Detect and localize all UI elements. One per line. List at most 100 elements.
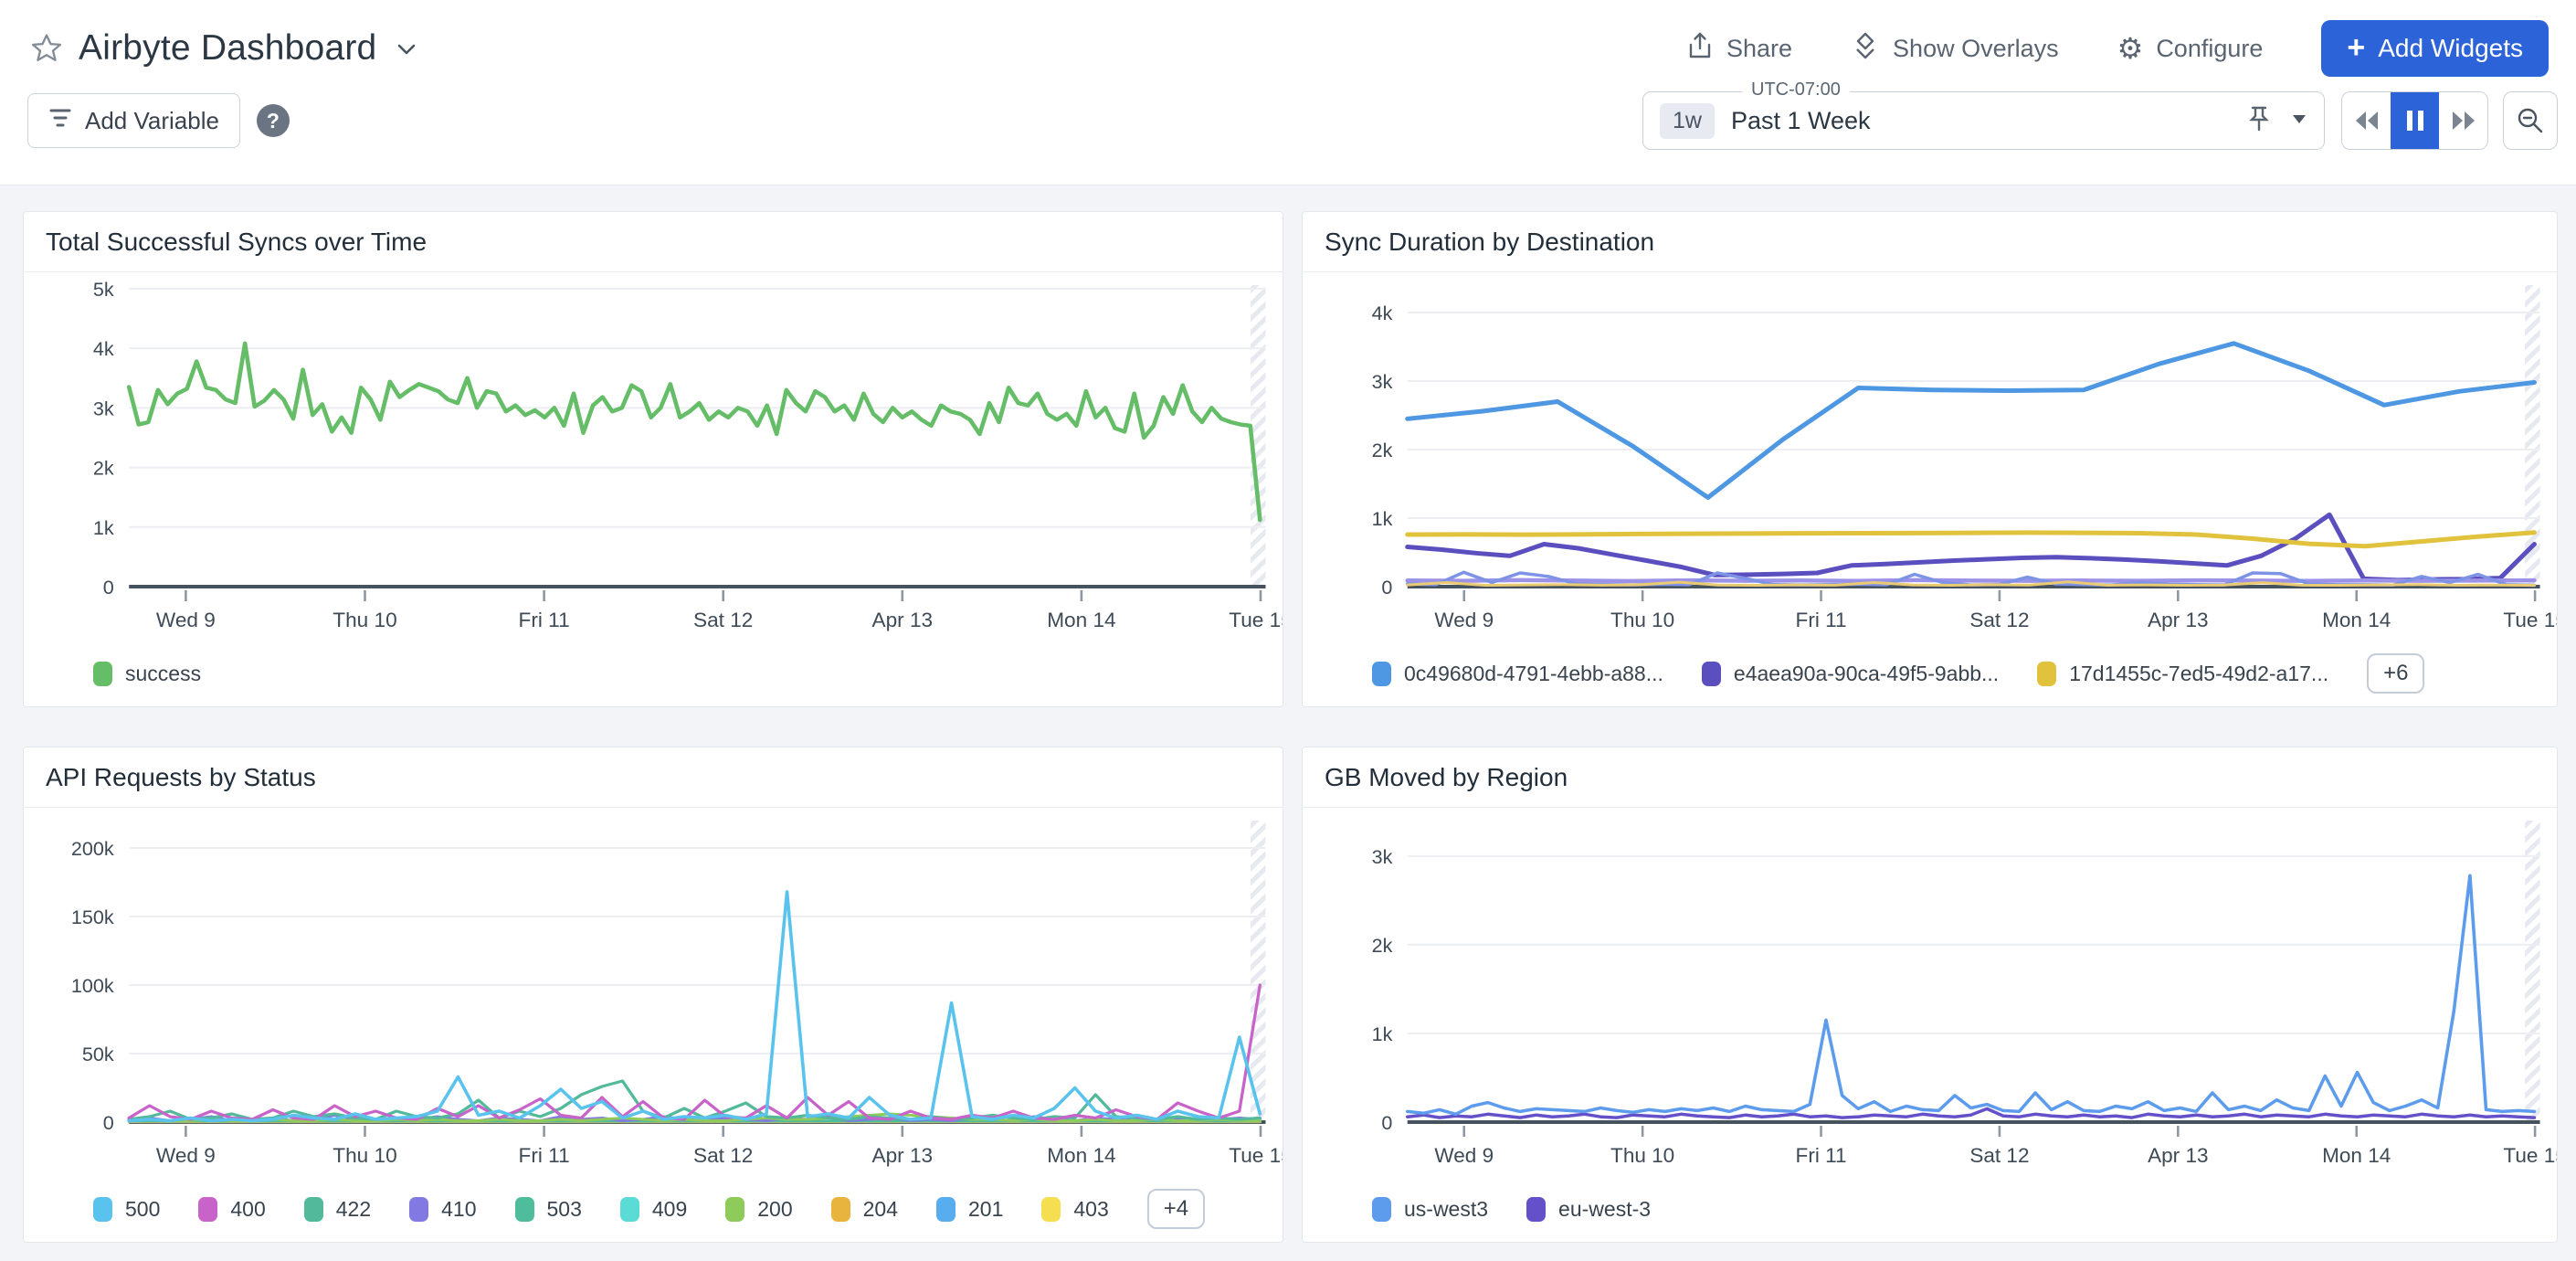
svg-text:Thu 10: Thu 10 bbox=[1610, 609, 1674, 631]
svg-text:Sat 12: Sat 12 bbox=[1969, 1144, 2029, 1167]
svg-text:Tue 15: Tue 15 bbox=[2503, 1144, 2557, 1167]
legend-item[interactable]: 500 bbox=[93, 1197, 160, 1222]
legend-item[interactable]: us-west3 bbox=[1372, 1197, 1488, 1222]
time-range-chip[interactable]: 1w bbox=[1660, 103, 1715, 139]
time-backward-button[interactable] bbox=[2342, 92, 2391, 149]
time-range-picker[interactable]: UTC-07:00 1w Past 1 Week bbox=[1642, 91, 2325, 150]
legend-item[interactable]: 409 bbox=[620, 1197, 687, 1222]
svg-text:3k: 3k bbox=[1372, 846, 1393, 868]
svg-text:200k: 200k bbox=[71, 838, 114, 860]
svg-text:Tue 15: Tue 15 bbox=[2503, 609, 2557, 631]
svg-text:Mon 14: Mon 14 bbox=[1047, 609, 1115, 631]
svg-text:Tue 15: Tue 15 bbox=[1229, 1144, 1283, 1167]
line-chart-sync-duration[interactable]: 01k2k3k4kWed 9Thu 10Fri 11Sat 12Apr 13Mo… bbox=[1303, 272, 2557, 640]
legend-swatch bbox=[304, 1197, 323, 1222]
widgets-grid: Total Successful Syncs over Time 01k2k3k… bbox=[0, 185, 2576, 1243]
legend-swatch bbox=[831, 1197, 850, 1222]
legend-item[interactable]: e4aea90a-90ca-49f5-9abb... bbox=[1702, 662, 1999, 686]
legend-more-badge[interactable]: +4 bbox=[1147, 1189, 1205, 1229]
widget-title: Total Successful Syncs over Time bbox=[24, 212, 1283, 272]
svg-text:Apr 13: Apr 13 bbox=[2148, 1144, 2208, 1167]
configure-button[interactable]: ⚙ Configure bbox=[2117, 34, 2264, 63]
time-range-label: Past 1 Week bbox=[1731, 107, 1871, 135]
chart-canvas[interactable]: 01k2k3kWed 9Thu 10Fri 11Sat 12Apr 13Mon … bbox=[1303, 808, 2557, 1175]
legend-label: 201 bbox=[968, 1197, 1003, 1222]
legend-item[interactable]: 410 bbox=[409, 1197, 476, 1222]
add-widgets-label: Add Widgets bbox=[2378, 34, 2523, 63]
legend-swatch bbox=[93, 1197, 112, 1222]
add-variable-button[interactable]: Add Variable bbox=[27, 93, 240, 148]
svg-text:1k: 1k bbox=[1372, 1023, 1393, 1045]
header-actions: Share Show Overlays ⚙ Configure bbox=[1686, 20, 2549, 77]
legend-item[interactable]: eu-west-3 bbox=[1526, 1197, 1651, 1222]
legend-label: e4aea90a-90ca-49f5-9abb... bbox=[1734, 662, 1999, 686]
svg-text:Fri 11: Fri 11 bbox=[1796, 609, 1847, 631]
legend-item[interactable]: 422 bbox=[304, 1197, 371, 1222]
legend-label: 403 bbox=[1073, 1197, 1108, 1222]
zoom-out-button[interactable] bbox=[2503, 91, 2558, 150]
svg-text:2k: 2k bbox=[93, 458, 114, 480]
svg-text:1k: 1k bbox=[93, 517, 114, 539]
legend-more-badge[interactable]: +6 bbox=[2367, 653, 2424, 694]
legend-item[interactable]: 204 bbox=[831, 1197, 898, 1222]
svg-text:3k: 3k bbox=[93, 398, 114, 420]
add-variable-label: Add Variable bbox=[85, 107, 219, 135]
page-title: Airbyte Dashboard bbox=[79, 28, 376, 69]
legend-item[interactable]: 400 bbox=[198, 1197, 265, 1222]
legend-item[interactable]: 17d1455c-7ed5-49d2-a17... bbox=[2037, 662, 2328, 686]
svg-text:Fri 11: Fri 11 bbox=[1796, 1144, 1847, 1167]
widget-title: GB Moved by Region bbox=[1303, 747, 2557, 808]
legend-label: 503 bbox=[547, 1197, 582, 1222]
legend-label: 0c49680d-4791-4ebb-a88... bbox=[1404, 662, 1663, 686]
svg-text:Thu 10: Thu 10 bbox=[1610, 1144, 1674, 1167]
legend-item[interactable]: success bbox=[93, 662, 201, 686]
legend-label: 17d1455c-7ed5-49d2-a17... bbox=[2069, 662, 2328, 686]
line-chart-total-successful-syncs[interactable]: 01k2k3k4k5kWed 9Thu 10Fri 11Sat 12Apr 13… bbox=[24, 272, 1283, 640]
svg-text:2k: 2k bbox=[1372, 440, 1393, 461]
time-dropdown-caret-icon[interactable] bbox=[2291, 112, 2307, 129]
pin-icon[interactable] bbox=[2247, 105, 2271, 137]
time-pause-button[interactable] bbox=[2391, 92, 2439, 149]
legend-label: us-west3 bbox=[1404, 1197, 1488, 1222]
chart-legend: us-west3 eu-west-3 bbox=[1303, 1175, 2557, 1243]
widget-sync-duration-by-destination: Sync Duration by Destination 01k2k3k4kWe… bbox=[1302, 211, 2558, 707]
legend-label: eu-west-3 bbox=[1558, 1197, 1651, 1222]
legend-item[interactable]: 0c49680d-4791-4ebb-a88... bbox=[1372, 662, 1663, 686]
legend-label: success bbox=[125, 662, 201, 686]
chart-legend: 0c49680d-4791-4ebb-a88... e4aea90a-90ca-4… bbox=[1303, 640, 2557, 707]
legend-label: 410 bbox=[441, 1197, 476, 1222]
time-playback-controls bbox=[2341, 91, 2488, 150]
legend-item[interactable]: 503 bbox=[515, 1197, 582, 1222]
legend-swatch bbox=[620, 1197, 639, 1222]
svg-text:3k: 3k bbox=[1372, 371, 1393, 393]
time-controls: UTC-07:00 1w Past 1 Week bbox=[1642, 91, 2558, 150]
legend-swatch bbox=[2037, 662, 2056, 686]
legend-item[interactable]: 200 bbox=[725, 1197, 792, 1222]
dashboard-title-group: Airbyte Dashboard bbox=[31, 28, 417, 69]
svg-text:Wed 9: Wed 9 bbox=[1434, 609, 1494, 631]
svg-text:Mon 14: Mon 14 bbox=[1047, 1144, 1115, 1167]
widget-gb-moved-by-region: GB Moved by Region 01k2k3kWed 9Thu 10Fri… bbox=[1302, 747, 2558, 1243]
favorite-star-icon[interactable] bbox=[31, 33, 62, 64]
chart-canvas[interactable]: 01k2k3k4kWed 9Thu 10Fri 11Sat 12Apr 13Mo… bbox=[1303, 272, 2557, 640]
legend-swatch bbox=[1041, 1197, 1061, 1222]
legend-label: 204 bbox=[863, 1197, 898, 1222]
dashboard-title-menu-icon[interactable] bbox=[396, 43, 417, 60]
svg-text:50k: 50k bbox=[82, 1044, 114, 1065]
legend-item[interactable]: 403 bbox=[1041, 1197, 1108, 1222]
share-label: Share bbox=[1726, 35, 1792, 63]
show-overlays-button[interactable]: Show Overlays bbox=[1851, 31, 2059, 67]
time-forward-button[interactable] bbox=[2439, 92, 2487, 149]
svg-text:Sat 12: Sat 12 bbox=[693, 1144, 753, 1167]
legend-item[interactable]: 201 bbox=[936, 1197, 1003, 1222]
chart-canvas[interactable]: 050k100k150k200kWed 9Thu 10Fri 11Sat 12A… bbox=[24, 808, 1283, 1175]
chart-canvas[interactable]: 01k2k3k4k5kWed 9Thu 10Fri 11Sat 12Apr 13… bbox=[24, 272, 1283, 640]
add-widgets-button[interactable]: + Add Widgets bbox=[2321, 20, 2549, 77]
line-chart-api-requests[interactable]: 050k100k150k200kWed 9Thu 10Fri 11Sat 12A… bbox=[24, 808, 1283, 1175]
line-chart-gb-moved[interactable]: 01k2k3kWed 9Thu 10Fri 11Sat 12Apr 13Mon … bbox=[1303, 808, 2557, 1175]
share-button[interactable]: Share bbox=[1686, 31, 1792, 67]
plus-icon: + bbox=[2347, 32, 2365, 63]
legend-swatch bbox=[936, 1197, 955, 1222]
help-icon[interactable]: ? bbox=[257, 104, 290, 137]
legend-swatch bbox=[515, 1197, 534, 1222]
